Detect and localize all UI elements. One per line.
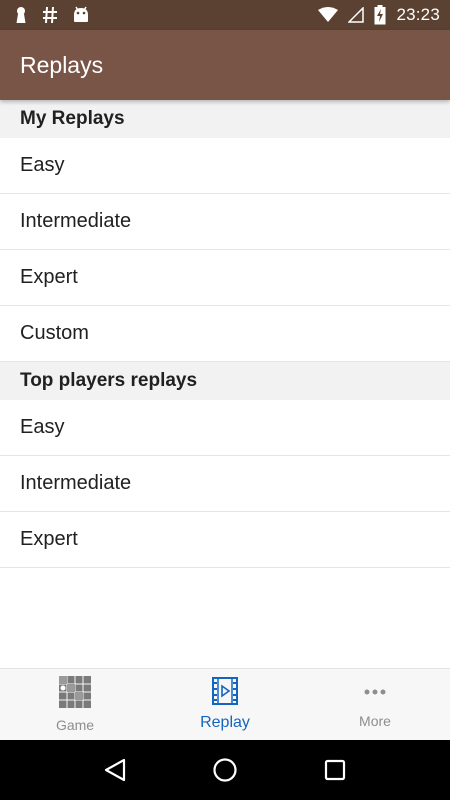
film-play-icon xyxy=(212,677,238,710)
more-dots-icon xyxy=(363,680,387,709)
cell-signal-icon xyxy=(348,7,365,23)
top-players-item-easy[interactable]: Easy xyxy=(0,400,450,456)
nav-tab-more[interactable]: More xyxy=(300,669,450,740)
my-replays-item-expert[interactable]: Expert xyxy=(0,250,450,306)
my-replays-item-intermediate[interactable]: Intermediate xyxy=(0,194,450,250)
system-navigation-bar xyxy=(0,740,450,800)
status-time: 23:23 xyxy=(396,5,440,24)
top-players-item-intermediate[interactable]: Intermediate xyxy=(0,456,450,512)
app-bar: Replays xyxy=(0,30,450,100)
minesweeper-grid-icon xyxy=(59,676,91,713)
recents-icon[interactable] xyxy=(315,750,355,790)
my-replays-item-easy[interactable]: Easy xyxy=(0,138,450,194)
nav-label-replay: Replay xyxy=(200,714,250,731)
battery-charging-icon xyxy=(374,5,386,25)
status-left-icons xyxy=(0,0,90,30)
my-replays-item-custom[interactable]: Custom xyxy=(0,306,450,362)
nav-tab-replay[interactable]: Replay xyxy=(150,669,300,740)
section-header-top-players: Top players replays xyxy=(0,362,450,400)
bottom-navigation: Game Replay More xyxy=(0,668,450,740)
top-players-item-expert[interactable]: Expert xyxy=(0,512,450,568)
android-icon xyxy=(72,6,90,24)
nav-tab-game[interactable]: Game xyxy=(0,669,150,740)
section-header-my-replays: My Replays xyxy=(0,100,450,138)
page-title: Replays xyxy=(20,51,104,78)
wifi-icon xyxy=(318,7,339,23)
home-icon[interactable] xyxy=(205,750,245,790)
nav-label-more: More xyxy=(359,713,391,729)
replays-list: My Replays Easy Intermediate Expert Cust… xyxy=(0,100,450,668)
back-icon[interactable] xyxy=(95,750,135,790)
keyhole-icon xyxy=(14,6,28,24)
hash-icon xyxy=(42,6,58,24)
nav-label-game: Game xyxy=(55,717,95,733)
status-right-icons: 23:23 xyxy=(318,0,450,30)
status-bar: 23:23 xyxy=(0,0,450,30)
